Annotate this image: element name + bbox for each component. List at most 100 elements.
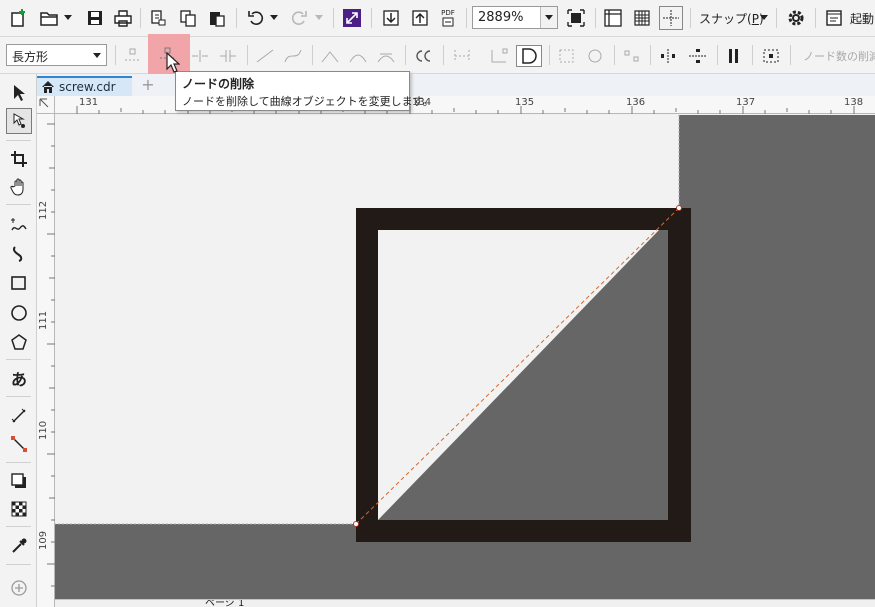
smooth-node-icon[interactable] bbox=[348, 48, 368, 67]
chevron-down-icon bbox=[93, 53, 101, 58]
toolbox: あ bbox=[0, 74, 37, 607]
break-curve-icon[interactable] bbox=[218, 48, 238, 67]
ruler-label-112: 112 bbox=[38, 200, 49, 220]
freehand-tool-icon[interactable] bbox=[8, 214, 30, 236]
ruler-label-138: 138 bbox=[844, 97, 864, 108]
toolbar-separator bbox=[236, 8, 237, 28]
toolbox-separator bbox=[6, 564, 31, 565]
reduce-nodes-button[interactable]: ノード数の削減 bbox=[803, 48, 875, 64]
symmetric-node-icon[interactable] bbox=[376, 48, 396, 67]
full-screen-icon[interactable] bbox=[565, 7, 587, 29]
extend-curve-icon[interactable] bbox=[452, 48, 472, 67]
pick-tool-icon[interactable] bbox=[8, 82, 30, 104]
transparency-tool-icon[interactable] bbox=[8, 498, 30, 520]
options-gear-icon[interactable] bbox=[785, 7, 807, 29]
shape-type-select[interactable]: 長方形 bbox=[6, 44, 107, 66]
snap-to-menu[interactable]: スナップ(P) bbox=[699, 10, 764, 27]
drawing-canvas[interactable] bbox=[55, 115, 875, 607]
ruler-label-111: 111 bbox=[38, 310, 49, 330]
launch-window-icon[interactable] bbox=[823, 7, 845, 29]
toolbox-separator bbox=[6, 204, 31, 205]
crop-tool-icon[interactable] bbox=[8, 148, 30, 170]
copy-icon[interactable] bbox=[177, 7, 199, 29]
toolbar-separator bbox=[717, 45, 718, 65]
text-tool-glyph: あ bbox=[10, 370, 27, 389]
paste-icon[interactable] bbox=[206, 7, 228, 29]
convert-to-line-icon[interactable] bbox=[255, 48, 275, 67]
shape-tool-icon[interactable] bbox=[8, 110, 30, 132]
stretch-nodes-icon[interactable] bbox=[557, 48, 577, 67]
cusp-node-icon[interactable] bbox=[320, 48, 340, 67]
zoom-dropdown-button[interactable] bbox=[540, 7, 557, 28]
tooltip-title: ノードの削除 bbox=[182, 77, 255, 91]
elastic-mode-icon[interactable] bbox=[726, 48, 742, 67]
connector-tool-icon[interactable] bbox=[8, 433, 30, 455]
vertical-ruler[interactable]: 112 111 110 109 bbox=[37, 114, 55, 607]
toolbox-separator bbox=[6, 140, 31, 141]
document-tab-name: screw.cdr bbox=[59, 80, 116, 94]
add-tool-icon[interactable] bbox=[8, 577, 30, 599]
zoom-level-value: 2889% bbox=[478, 10, 524, 25]
curve-node[interactable] bbox=[676, 205, 682, 211]
add-node-icon[interactable] bbox=[124, 48, 142, 67]
new-document-icon[interactable] bbox=[8, 7, 30, 29]
toolbar-separator bbox=[776, 8, 777, 28]
show-grid-icon[interactable] bbox=[631, 7, 653, 29]
toolbar-separator bbox=[140, 8, 141, 28]
curve-node[interactable] bbox=[353, 521, 359, 527]
corel-app-launcher-icon[interactable] bbox=[341, 7, 363, 29]
redo-dropdown-icon[interactable] bbox=[315, 15, 323, 20]
toolbar-separator bbox=[466, 8, 467, 28]
ellipse-tool-icon[interactable] bbox=[8, 302, 30, 324]
snap-dropdown-icon[interactable] bbox=[760, 15, 768, 20]
open-folder-icon[interactable] bbox=[38, 7, 60, 29]
reverse-direction-icon[interactable] bbox=[413, 48, 435, 67]
toolbox-separator bbox=[6, 462, 31, 463]
export-arrow-icon[interactable] bbox=[409, 7, 431, 29]
ruler-origin-corner[interactable] bbox=[37, 96, 55, 114]
page-tab-label[interactable]: ページ 1 bbox=[205, 600, 244, 607]
mirror-vertical-icon[interactable] bbox=[688, 48, 708, 67]
convert-to-curve-icon[interactable] bbox=[283, 48, 303, 67]
rotate-nodes-icon[interactable] bbox=[585, 48, 605, 67]
document-tab[interactable]: screw.cdr bbox=[37, 76, 132, 96]
toolbar-separator bbox=[549, 45, 550, 65]
add-tab-button[interactable]: + bbox=[138, 76, 158, 94]
pan-hand-tool-icon[interactable] bbox=[8, 176, 30, 198]
align-nodes-icon[interactable] bbox=[622, 48, 642, 67]
rectangle-tool-icon[interactable] bbox=[8, 272, 30, 294]
import-icon[interactable] bbox=[147, 7, 169, 29]
artistic-media-tool-icon[interactable] bbox=[8, 242, 30, 264]
text-tool-icon[interactable]: あ bbox=[8, 367, 30, 389]
polygon-tool-icon[interactable] bbox=[8, 331, 30, 353]
undo-dropdown-icon[interactable] bbox=[270, 15, 278, 20]
show-rulers-icon[interactable] bbox=[602, 7, 624, 29]
redo-icon[interactable] bbox=[288, 7, 310, 29]
join-nodes-icon[interactable] bbox=[190, 48, 210, 67]
canvas-drawing bbox=[55, 115, 875, 607]
toolbox-separator bbox=[6, 396, 31, 397]
zoom-level-combo[interactable]: 2889% bbox=[472, 6, 558, 29]
undo-icon[interactable] bbox=[245, 7, 267, 29]
toolbar-separator bbox=[690, 8, 691, 28]
open-dropdown-icon[interactable] bbox=[64, 15, 72, 20]
ruler-label-109: 109 bbox=[38, 530, 49, 550]
extract-subpath-icon[interactable] bbox=[489, 48, 509, 67]
mirror-horizontal-icon[interactable] bbox=[658, 48, 678, 67]
publish-pdf-icon[interactable]: PDF bbox=[437, 7, 459, 29]
launch-menu-label[interactable]: 起動 bbox=[850, 10, 874, 27]
show-guidelines-icon[interactable] bbox=[659, 6, 683, 30]
close-curve-icon[interactable] bbox=[516, 45, 542, 67]
import-arrow-icon[interactable] bbox=[380, 7, 402, 29]
drop-shadow-tool-icon[interactable] bbox=[8, 470, 30, 492]
save-icon[interactable] bbox=[84, 7, 106, 29]
toolbar-separator bbox=[333, 8, 334, 28]
select-all-nodes-icon[interactable] bbox=[761, 48, 781, 67]
ruler-label-137: 137 bbox=[736, 97, 756, 108]
home-icon bbox=[42, 81, 54, 93]
eyedropper-tool-icon[interactable] bbox=[8, 535, 30, 557]
mouse-cursor-icon bbox=[166, 52, 180, 73]
tooltip: ノードの削除 ノードを削除して曲線オブジェクトを変更します。 bbox=[175, 71, 434, 111]
dimension-tool-icon[interactable] bbox=[8, 405, 30, 427]
print-icon[interactable] bbox=[112, 7, 134, 29]
